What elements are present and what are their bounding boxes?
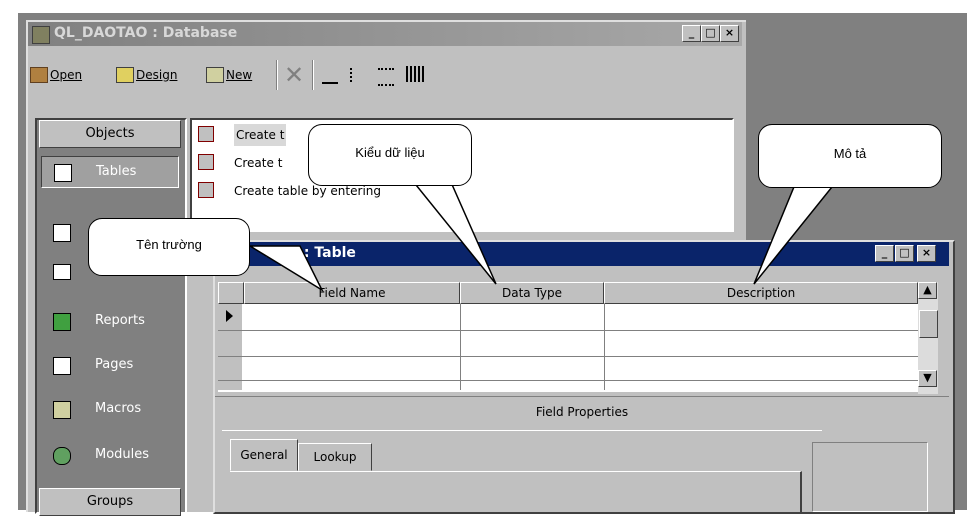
callout-pointer-field-name bbox=[247, 245, 324, 293]
callout-pointer-data-type bbox=[410, 179, 497, 285]
callout-pointer-description bbox=[753, 181, 838, 285]
callout-data-type: Kiểu dữ liệu bbox=[308, 124, 472, 186]
callout-description: Mô tả bbox=[758, 124, 942, 188]
callout-field-name: Tên trường bbox=[88, 218, 250, 276]
